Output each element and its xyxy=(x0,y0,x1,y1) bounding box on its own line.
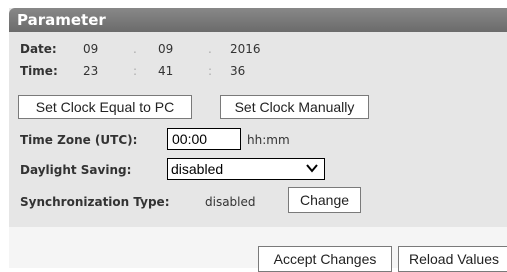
reload-values-button[interactable]: Reload Values xyxy=(398,246,507,272)
timezone-unit-wrap: hh:mm xyxy=(247,133,290,147)
timezone-input[interactable]: 00:00 xyxy=(167,128,241,150)
sync-type-value: disabled xyxy=(205,195,256,209)
time-separator: : xyxy=(133,64,138,78)
time-separator: : xyxy=(208,64,213,78)
panel-title: Parameter xyxy=(9,8,507,32)
chevron-down-icon xyxy=(306,164,318,173)
accept-changes-button[interactable]: Accept Changes xyxy=(258,246,392,272)
timezone-label: Time Zone (UTC): xyxy=(20,133,138,147)
time-label: Time: xyxy=(20,64,58,78)
sync-value-wrap: disabled xyxy=(205,195,256,209)
date-separator: . xyxy=(133,42,137,56)
timezone-unit: hh:mm xyxy=(247,133,290,147)
daylight-saving-select[interactable]: disabled xyxy=(167,158,325,180)
time-hour: 23 xyxy=(83,64,99,78)
change-button[interactable]: Change xyxy=(288,187,361,213)
daylight-saving-label: Daylight Saving: xyxy=(20,163,132,177)
daylight-saving-value: disabled xyxy=(171,161,224,177)
sync-label-wrap: Synchronization Type: xyxy=(20,195,170,209)
date-label: Date: xyxy=(20,42,57,56)
parameter-panel: Parameter Date: 09 . 09 . 2016 Time: 23 … xyxy=(9,8,507,227)
daylight-label-wrap: Daylight Saving: xyxy=(20,163,131,177)
date-day: 09 xyxy=(83,42,99,56)
date-separator: . xyxy=(208,42,212,56)
time-minute: 41 xyxy=(158,64,174,78)
date-month: 09 xyxy=(158,42,174,56)
time-second: 36 xyxy=(230,64,246,78)
date-year: 2016 xyxy=(230,42,261,56)
sync-type-label: Synchronization Type: xyxy=(20,195,170,209)
set-clock-manually-button[interactable]: Set Clock Manually xyxy=(220,95,369,119)
set-clock-equal-to-pc-button[interactable]: Set Clock Equal to PC xyxy=(18,95,192,119)
time-row: Time: 23 : 41 : 36 xyxy=(20,64,490,80)
timezone-label-wrap: Time Zone (UTC): xyxy=(20,133,137,147)
date-row: Date: 09 . 09 . 2016 xyxy=(20,42,490,58)
